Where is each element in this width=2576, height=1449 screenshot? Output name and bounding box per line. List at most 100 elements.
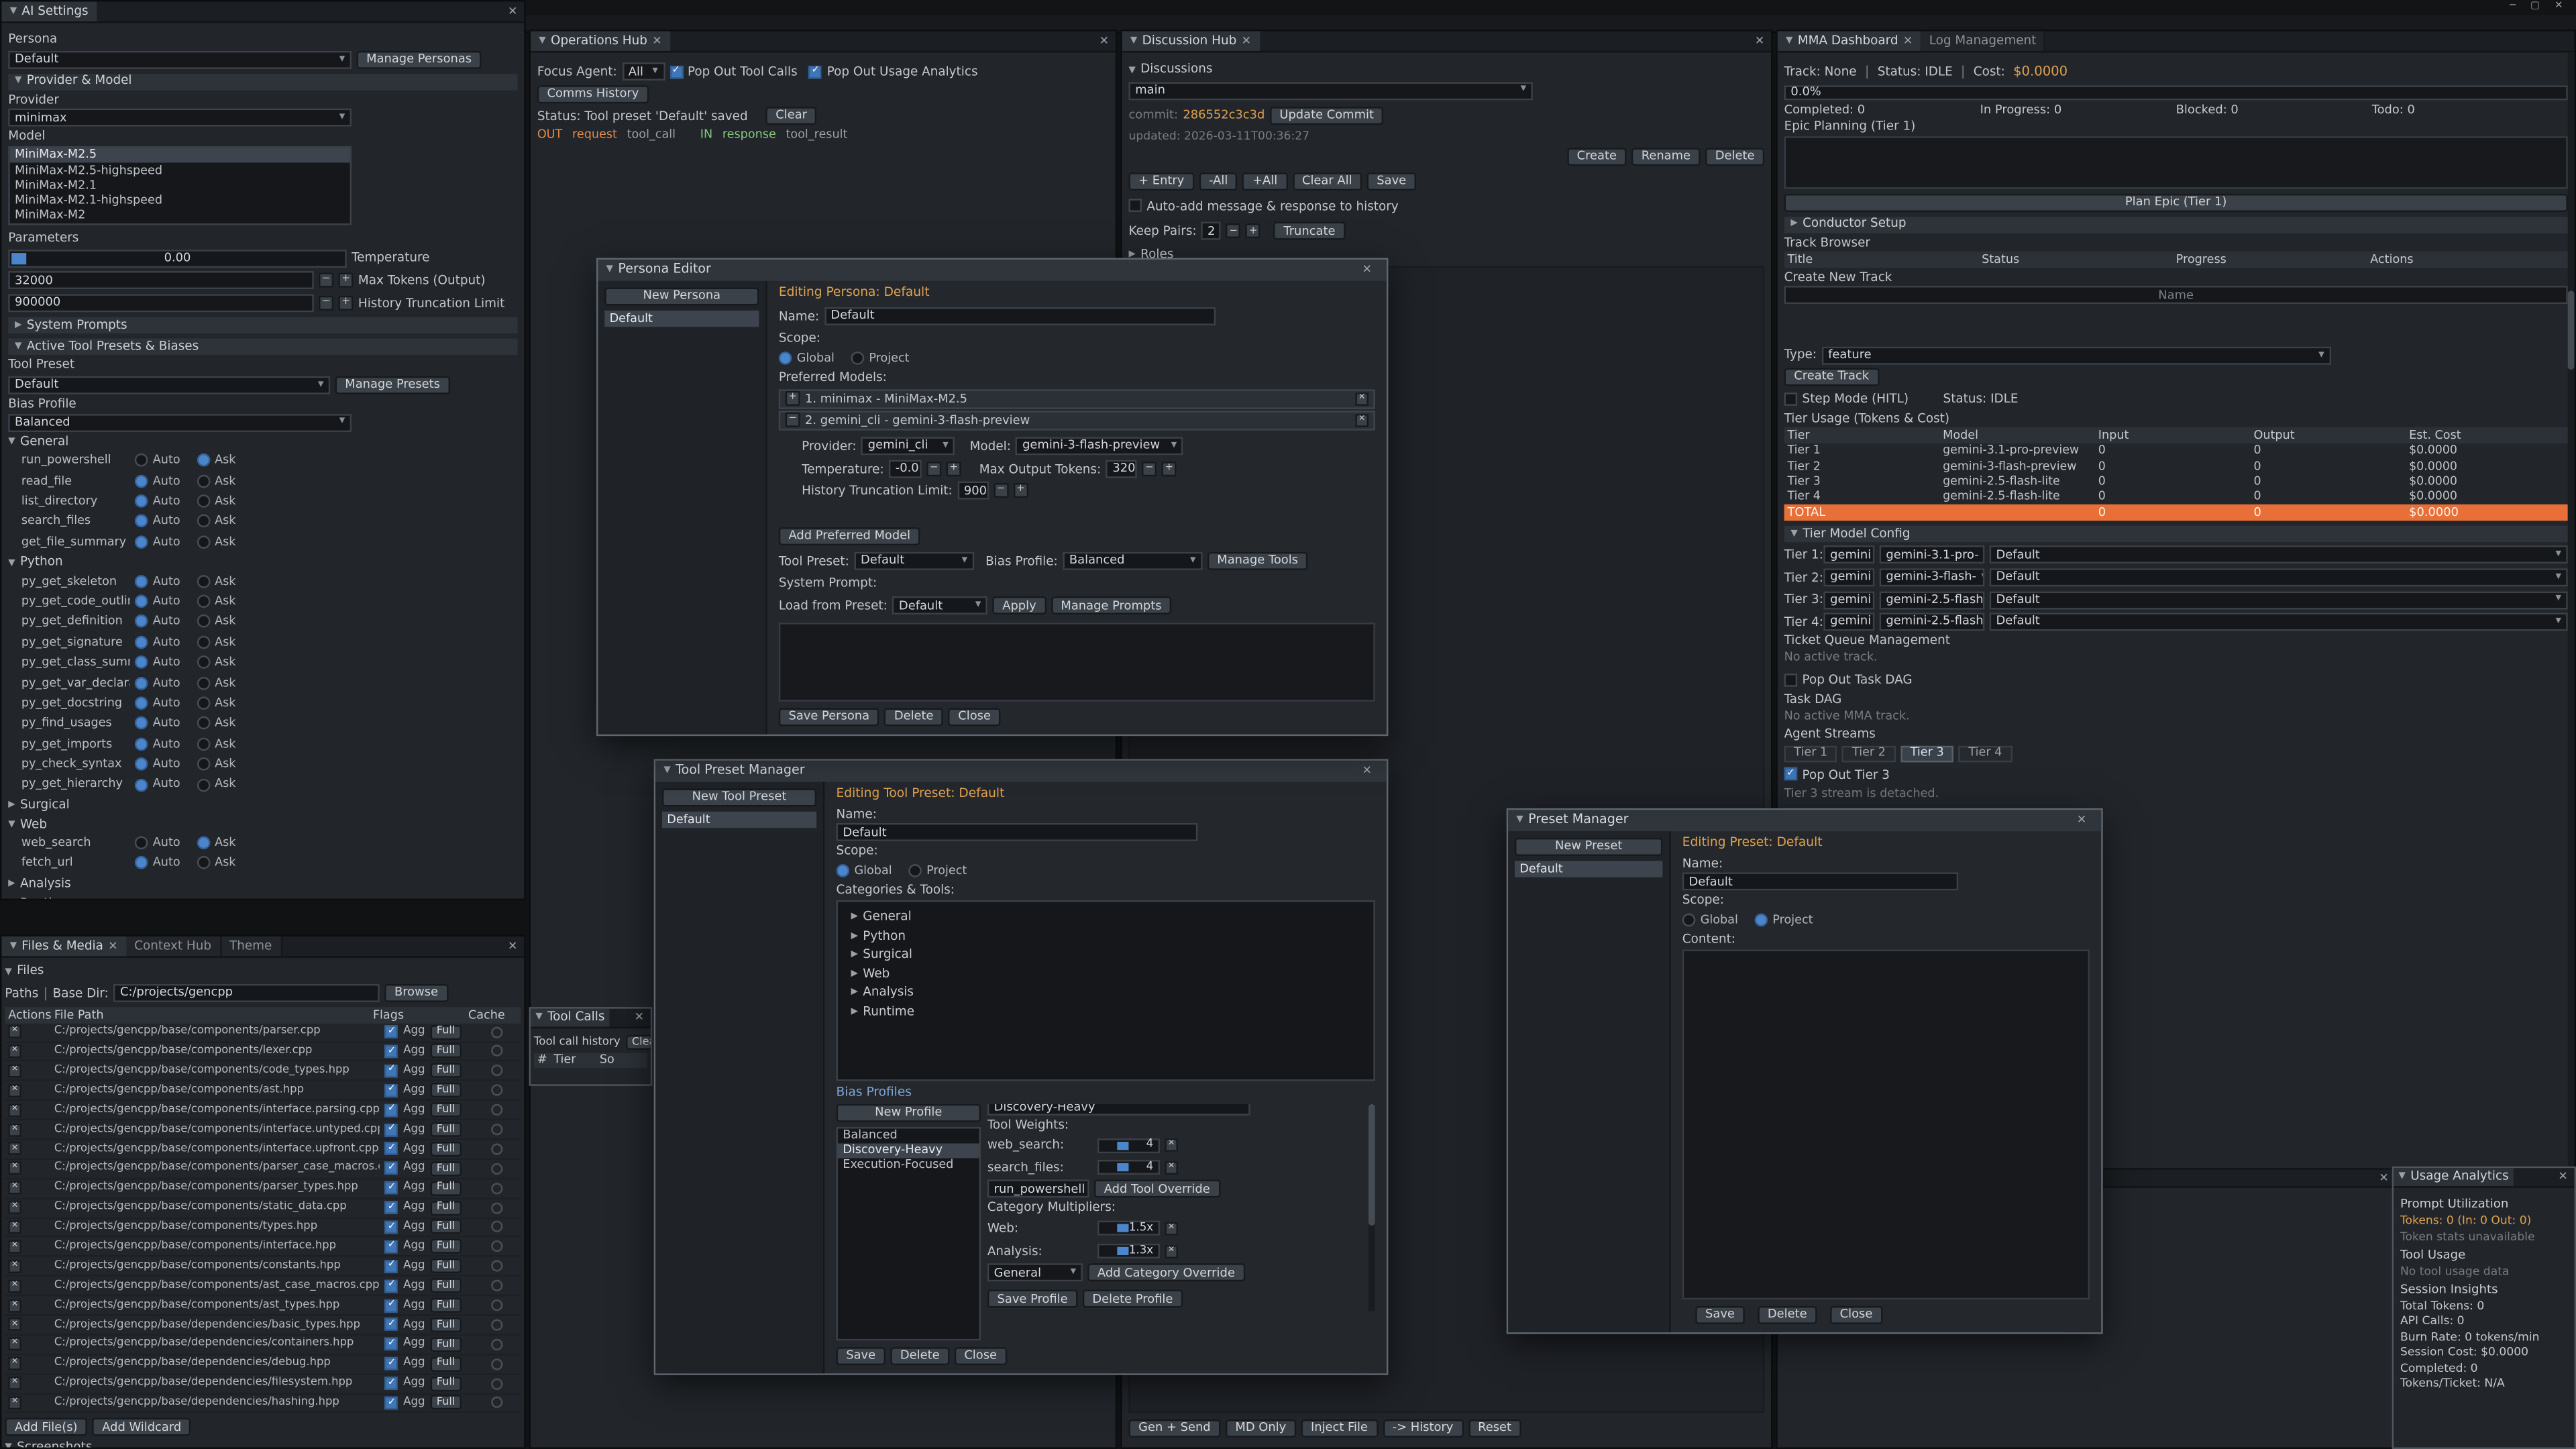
minimize-icon[interactable]: ─ bbox=[2510, 2, 2516, 13]
bias-profile-select[interactable]: Balanced ▼ bbox=[8, 413, 352, 431]
tier-model-select[interactable]: gemini-2.5-flash ▼ bbox=[1880, 590, 1985, 608]
ask-radio[interactable] bbox=[197, 574, 210, 588]
new-persona-button[interactable]: New Persona bbox=[604, 288, 759, 306]
close-panel-icon[interactable]: ✕ bbox=[501, 5, 524, 18]
multiplier-slider[interactable]: 1.3x bbox=[1097, 1244, 1160, 1258]
remove-file-button[interactable]: ✕ bbox=[8, 1162, 21, 1175]
popout-usage-checkbox[interactable] bbox=[809, 66, 822, 79]
close-window-icon[interactable]: ✕ bbox=[2555, 2, 2563, 13]
tab-usage-analytics[interactable]: ▼ Usage Analytics bbox=[2394, 1168, 2514, 1186]
add-preferred-model-button[interactable]: Add Preferred Model bbox=[779, 527, 920, 545]
increment-icon[interactable]: + bbox=[1162, 462, 1177, 476]
ask-radio[interactable] bbox=[197, 454, 210, 468]
model-option[interactable]: MiniMax-M2.1 bbox=[10, 178, 350, 193]
agg-checkbox[interactable] bbox=[385, 1142, 398, 1156]
ask-radio[interactable] bbox=[197, 676, 210, 690]
slider-grab[interactable] bbox=[1117, 1141, 1128, 1149]
entry-button[interactable]: +All bbox=[1242, 172, 1287, 190]
full-button[interactable]: Full bbox=[430, 1142, 462, 1157]
tab-theme[interactable]: Theme bbox=[221, 936, 282, 956]
bias-profile-item[interactable]: Execution-Focused bbox=[838, 1158, 979, 1173]
auto-radio[interactable] bbox=[135, 494, 148, 508]
remove-file-button[interactable]: ✕ bbox=[8, 1240, 21, 1254]
cache-radio[interactable] bbox=[491, 1260, 502, 1272]
weight-slider[interactable]: 4 bbox=[1097, 1138, 1160, 1152]
popout-dag-checkbox[interactable] bbox=[1784, 674, 1798, 688]
composer-button[interactable]: -> History bbox=[1383, 1419, 1463, 1438]
discussions-section-header[interactable]: ▼ Discussions bbox=[1128, 62, 1764, 78]
cache-radio[interactable] bbox=[491, 1319, 502, 1330]
auto-radio[interactable] bbox=[135, 454, 148, 468]
full-button[interactable]: Full bbox=[430, 1181, 462, 1195]
manage-prompts-button[interactable]: Manage Prompts bbox=[1051, 597, 1172, 615]
preset-list-item[interactable]: Default bbox=[1515, 861, 1662, 877]
agg-checkbox[interactable] bbox=[385, 1221, 398, 1234]
tool-group-web[interactable]: ▼ Web bbox=[8, 817, 517, 833]
tier-provider-select[interactable]: gemini ▼ bbox=[1823, 590, 1874, 608]
category-node[interactable]: ▶ Python bbox=[843, 929, 1368, 945]
base-dir-input[interactable]: C:/projects/gencpp bbox=[113, 983, 380, 1002]
stream-tab[interactable]: Tier 2 bbox=[1842, 745, 1895, 761]
cache-radio[interactable] bbox=[491, 1183, 502, 1194]
provider-model-section-header[interactable]: ▼ Provider & Model bbox=[8, 73, 517, 89]
category-node[interactable]: ▶ Surgical bbox=[843, 948, 1368, 963]
model-option[interactable]: MiniMax-M2.1-highspeed bbox=[10, 193, 350, 209]
full-button[interactable]: Full bbox=[430, 1063, 462, 1078]
persona-name-input[interactable]: Default bbox=[824, 307, 1216, 325]
category-node[interactable]: ▶ Web bbox=[843, 967, 1368, 982]
full-button[interactable]: Full bbox=[430, 1356, 462, 1371]
expand-toggle-button[interactable]: − bbox=[786, 413, 800, 428]
agg-checkbox[interactable] bbox=[385, 1260, 398, 1273]
tab-log-management[interactable]: Log Management bbox=[1921, 32, 2047, 51]
remove-file-button[interactable]: ✕ bbox=[8, 1104, 21, 1117]
close-panel-icon[interactable]: ✕ bbox=[1093, 34, 1116, 48]
comms-history-button[interactable]: Comms History bbox=[537, 85, 649, 103]
ask-radio[interactable] bbox=[197, 595, 210, 608]
remove-model-icon[interactable]: ✕ bbox=[1355, 414, 1368, 427]
auto-radio[interactable] bbox=[135, 595, 148, 608]
decrement-icon[interactable]: − bbox=[319, 273, 333, 288]
increment-icon[interactable]: + bbox=[338, 273, 353, 288]
cache-radio[interactable] bbox=[491, 1163, 502, 1174]
tab-context-hub[interactable]: Context Hub bbox=[126, 936, 221, 956]
entry-button[interactable]: -All bbox=[1199, 172, 1238, 190]
increment-icon[interactable]: + bbox=[338, 296, 353, 311]
slider-grab[interactable] bbox=[1117, 1224, 1128, 1232]
tier-preset-select[interactable]: Default ▼ bbox=[1990, 590, 2568, 608]
remove-model-icon[interactable]: ✕ bbox=[1355, 392, 1368, 406]
full-button[interactable]: Full bbox=[430, 1024, 462, 1039]
new-tool-preset-button[interactable]: New Tool Preset bbox=[662, 789, 816, 807]
tool-preset-list-item[interactable]: Default bbox=[662, 812, 816, 828]
remove-file-button[interactable]: ✕ bbox=[8, 1377, 21, 1390]
pe-bias-profile-select[interactable]: Balanced ▼ bbox=[1063, 552, 1202, 570]
tab-mma-dashboard[interactable]: ▼ MMA Dashboard ✕ bbox=[1778, 32, 1921, 51]
cache-radio[interactable] bbox=[491, 1026, 502, 1038]
close-panel-icon[interactable]: ✕ bbox=[2552, 1171, 2575, 1184]
agg-checkbox[interactable] bbox=[385, 1201, 398, 1214]
tab-discussion-hub[interactable]: ▼ Discussion Hub ✕ bbox=[1122, 32, 1260, 51]
add-tool-override-button[interactable]: Add Tool Override bbox=[1094, 1181, 1220, 1199]
remove-file-button[interactable]: ✕ bbox=[8, 1338, 21, 1351]
remove-file-button[interactable]: ✕ bbox=[8, 1123, 21, 1136]
auto-radio[interactable] bbox=[135, 474, 148, 488]
cache-radio[interactable] bbox=[491, 1299, 502, 1311]
tier-model-select[interactable]: gemini-3-flash- ▼ bbox=[1880, 568, 1985, 586]
ask-radio[interactable] bbox=[197, 615, 210, 629]
delete-profile-button[interactable]: Delete Profile bbox=[1083, 1290, 1183, 1308]
remove-multiplier-icon[interactable]: ✕ bbox=[1165, 1222, 1178, 1236]
full-button[interactable]: Full bbox=[430, 1298, 462, 1313]
agg-checkbox[interactable] bbox=[385, 1123, 398, 1136]
composer-button[interactable]: Gen + Send bbox=[1128, 1419, 1220, 1438]
cache-radio[interactable] bbox=[491, 1124, 502, 1135]
close-panel-icon[interactable]: ✕ bbox=[628, 1011, 651, 1024]
tier-provider-select[interactable]: gemini ▼ bbox=[1823, 568, 1874, 586]
ask-radio[interactable] bbox=[197, 515, 210, 529]
auto-radio[interactable] bbox=[135, 857, 148, 870]
cache-radio[interactable] bbox=[491, 1202, 502, 1214]
scope-project-radio[interactable] bbox=[851, 352, 864, 365]
discussion-manage-button[interactable]: Delete bbox=[1705, 147, 1764, 165]
tier-model-config-header[interactable]: ▼ Tier Model Config bbox=[1784, 526, 2568, 542]
decrement-icon[interactable]: − bbox=[1142, 462, 1157, 476]
increment-icon[interactable]: + bbox=[947, 462, 961, 476]
manage-presets-button[interactable]: Manage Presets bbox=[335, 376, 450, 394]
